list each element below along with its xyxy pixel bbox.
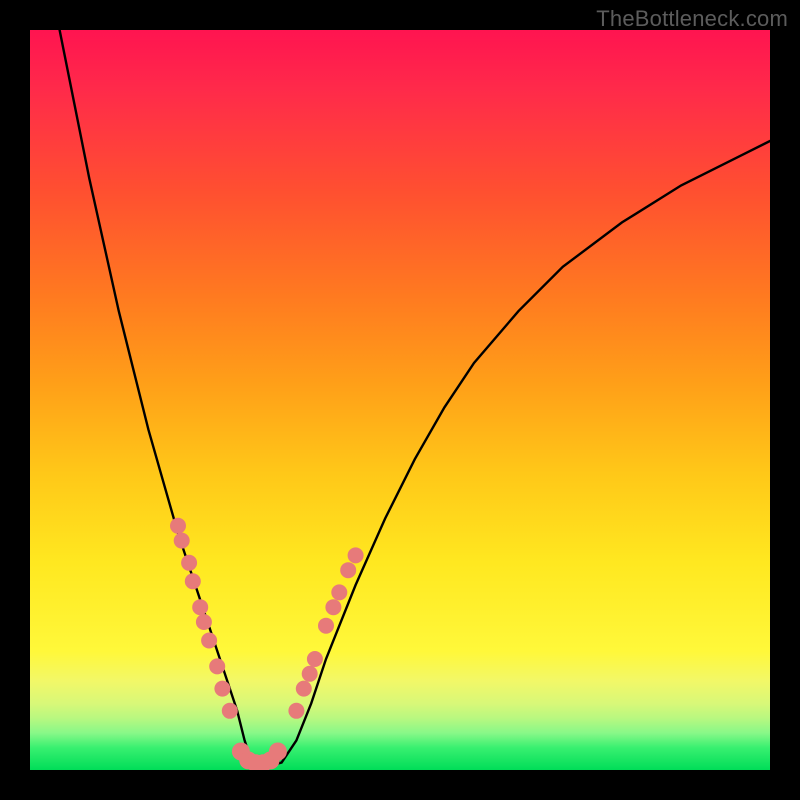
- bottleneck-curve: [60, 30, 770, 766]
- chart-svg: [30, 30, 770, 770]
- data-dot: [201, 633, 217, 649]
- data-dot: [222, 703, 238, 719]
- data-dot: [348, 547, 364, 563]
- data-dot: [302, 666, 318, 682]
- data-dot: [174, 533, 190, 549]
- data-dot: [214, 681, 230, 697]
- data-dot: [340, 562, 356, 578]
- data-dot: [288, 703, 304, 719]
- outer-frame: TheBottleneck.com: [0, 0, 800, 800]
- data-dots: [170, 518, 364, 770]
- data-dot: [209, 658, 225, 674]
- data-dot: [196, 614, 212, 630]
- data-dot: [181, 555, 197, 571]
- data-dot: [307, 651, 323, 667]
- data-dot: [192, 599, 208, 615]
- data-dot: [325, 599, 341, 615]
- data-dot: [170, 518, 186, 534]
- data-dot: [331, 584, 347, 600]
- data-dot: [185, 573, 201, 589]
- data-dot: [296, 681, 312, 697]
- watermark-text: TheBottleneck.com: [596, 6, 788, 32]
- data-dot: [269, 743, 287, 761]
- data-dot: [318, 618, 334, 634]
- plot-area: [30, 30, 770, 770]
